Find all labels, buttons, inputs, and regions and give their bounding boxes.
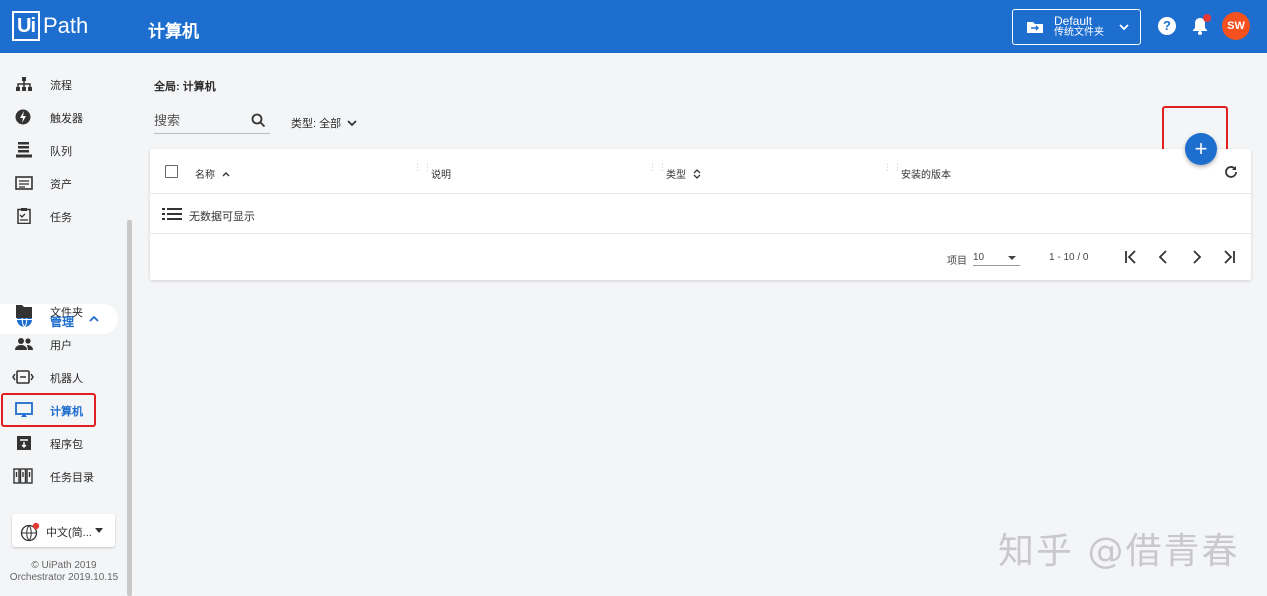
list-icon xyxy=(162,208,182,220)
type-filter-dropdown[interactable]: 类型: 全部 xyxy=(291,115,358,131)
chevron-down-icon xyxy=(347,120,357,127)
sidebar-item-label: 用户 xyxy=(50,340,72,352)
sidebar-item-users[interactable]: 用户 xyxy=(0,330,120,358)
add-machine-button[interactable]: + xyxy=(1185,133,1217,165)
robot-icon xyxy=(12,370,34,384)
watermark: 知乎 @借青春 xyxy=(998,531,1240,572)
sidebar-scrollbar[interactable] xyxy=(127,220,132,596)
notification-dot xyxy=(1203,14,1211,22)
next-page-icon[interactable] xyxy=(1187,248,1205,266)
sidebar-item-robots[interactable]: 机器人 xyxy=(0,363,120,391)
prev-page-icon[interactable] xyxy=(1155,248,1173,266)
logo-text: Path xyxy=(43,13,89,38)
column-label: 安装的版本 xyxy=(901,170,951,181)
language-globe-icon xyxy=(20,522,40,542)
version-line: Orchestrator 2019.10.15 xyxy=(9,572,119,583)
search-icon[interactable] xyxy=(251,113,266,128)
sidebar-item-packages[interactable]: 程序包 xyxy=(0,429,120,457)
empty-state-row: 无数据可显示 xyxy=(150,194,1251,234)
users-icon xyxy=(15,338,33,350)
column-label: 说明 xyxy=(431,170,451,181)
folder-type: 传统文件夹 xyxy=(1054,27,1104,38)
sidebar-item-processes[interactable]: 流程 xyxy=(0,70,120,98)
column-label: 类型 xyxy=(666,170,686,181)
per-page-label: 项目 xyxy=(947,256,967,267)
sidebar-item-label: 文件夹 xyxy=(50,307,83,319)
page-range: 1 - 10 / 0 xyxy=(1049,252,1089,263)
last-page-icon[interactable] xyxy=(1220,248,1238,266)
column-name[interactable]: 名称 xyxy=(195,166,232,181)
highlight-machines xyxy=(1,393,96,427)
per-page-value: 10 xyxy=(973,252,985,263)
machines-table: 名称 ⋮⋮ 说明 ⋮⋮ 类型 ⋮⋮ 安装的版本 无数据可显示 项目 10 1 -… xyxy=(150,149,1251,280)
breadcrumb: 全局: 计算机 xyxy=(154,81,216,93)
sort-both-icon xyxy=(693,168,701,179)
chevron-down-icon xyxy=(1119,24,1129,31)
sort-asc-icon xyxy=(222,171,230,176)
sidebar-item-label: 触发器 xyxy=(50,113,83,125)
column-description[interactable]: 说明 xyxy=(431,166,451,181)
top-header: Ui Path 计算机 Default 传统文件夹 ? SW xyxy=(0,0,1267,53)
uipath-logo[interactable]: Ui Path xyxy=(12,10,88,42)
sidebar-item-label: 队列 xyxy=(50,146,72,158)
avatar[interactable]: SW xyxy=(1222,12,1250,40)
dropdown-arrow-icon xyxy=(1008,256,1016,260)
table-header: 名称 ⋮⋮ 说明 ⋮⋮ 类型 ⋮⋮ 安装的版本 xyxy=(150,149,1251,194)
language-label: 中文(简... xyxy=(46,527,92,539)
sidebar-item-label: 程序包 xyxy=(50,439,83,451)
per-page-select[interactable]: 10 xyxy=(973,249,1020,266)
bolt-icon xyxy=(15,109,31,125)
search-box xyxy=(154,108,270,134)
pagination-bar: 项目 10 1 - 10 / 0 xyxy=(150,235,1251,280)
page-title: 计算机 xyxy=(148,22,199,41)
folder-icon xyxy=(16,305,32,318)
column-type[interactable]: 类型 xyxy=(666,166,703,181)
copyright: © UiPath 2019 Orchestrator 2019.10.15 xyxy=(0,560,128,584)
empty-state-text: 无数据可显示 xyxy=(189,211,255,223)
type-filter-label: 类型: 全部 xyxy=(291,118,342,130)
clipboard-icon xyxy=(17,208,31,224)
sidebar-item-label: 机器人 xyxy=(50,373,83,385)
column-resize-handle[interactable]: ⋮⋮ xyxy=(413,163,432,177)
refresh-icon[interactable] xyxy=(1223,164,1239,180)
sidebar-item-folders[interactable]: 文件夹 xyxy=(0,297,120,325)
column-label: 名称 xyxy=(195,170,215,181)
asset-icon xyxy=(15,176,33,190)
queue-icon xyxy=(16,142,32,158)
first-page-icon[interactable] xyxy=(1122,248,1140,266)
sidebar-item-jobs[interactable]: 任务 xyxy=(0,202,120,230)
sidebar: 流程 触发器 队列 资产 任务 管理 文件夹 用户 机器人 计算机 程序包 任务… xyxy=(0,53,130,596)
sidebar-item-label: 任务目录 xyxy=(50,472,94,484)
search-input[interactable] xyxy=(154,108,244,132)
column-installed-version[interactable]: 安装的版本 xyxy=(901,166,951,181)
sidebar-item-queues[interactable]: 队列 xyxy=(0,136,120,164)
sidebar-item-catalogs[interactable]: 任务目录 xyxy=(0,462,120,490)
sidebar-item-label: 资产 xyxy=(50,179,72,191)
copyright-line: © UiPath 2019 xyxy=(31,560,97,571)
sidebar-item-label: 流程 xyxy=(50,80,72,92)
column-resize-handle[interactable]: ⋮⋮ xyxy=(883,163,902,177)
sidebar-item-triggers[interactable]: 触发器 xyxy=(0,103,120,131)
dropdown-arrow-icon xyxy=(95,528,103,533)
folder-swap-icon xyxy=(1027,22,1043,33)
catalog-icon xyxy=(13,468,33,484)
folder-selector-button[interactable]: Default 传统文件夹 xyxy=(1012,9,1141,45)
select-all-checkbox[interactable] xyxy=(165,165,178,178)
help-icon[interactable]: ? xyxy=(1158,17,1176,35)
sitemap-icon xyxy=(16,77,32,91)
logo-box: Ui xyxy=(12,11,40,41)
language-selector[interactable]: 中文(简... xyxy=(12,514,115,547)
folder-name: Default xyxy=(1054,14,1093,28)
sidebar-item-label: 任务 xyxy=(50,212,72,224)
sidebar-item-assets[interactable]: 资产 xyxy=(0,169,120,197)
column-resize-handle[interactable]: ⋮⋮ xyxy=(648,163,667,177)
package-icon xyxy=(17,436,31,450)
